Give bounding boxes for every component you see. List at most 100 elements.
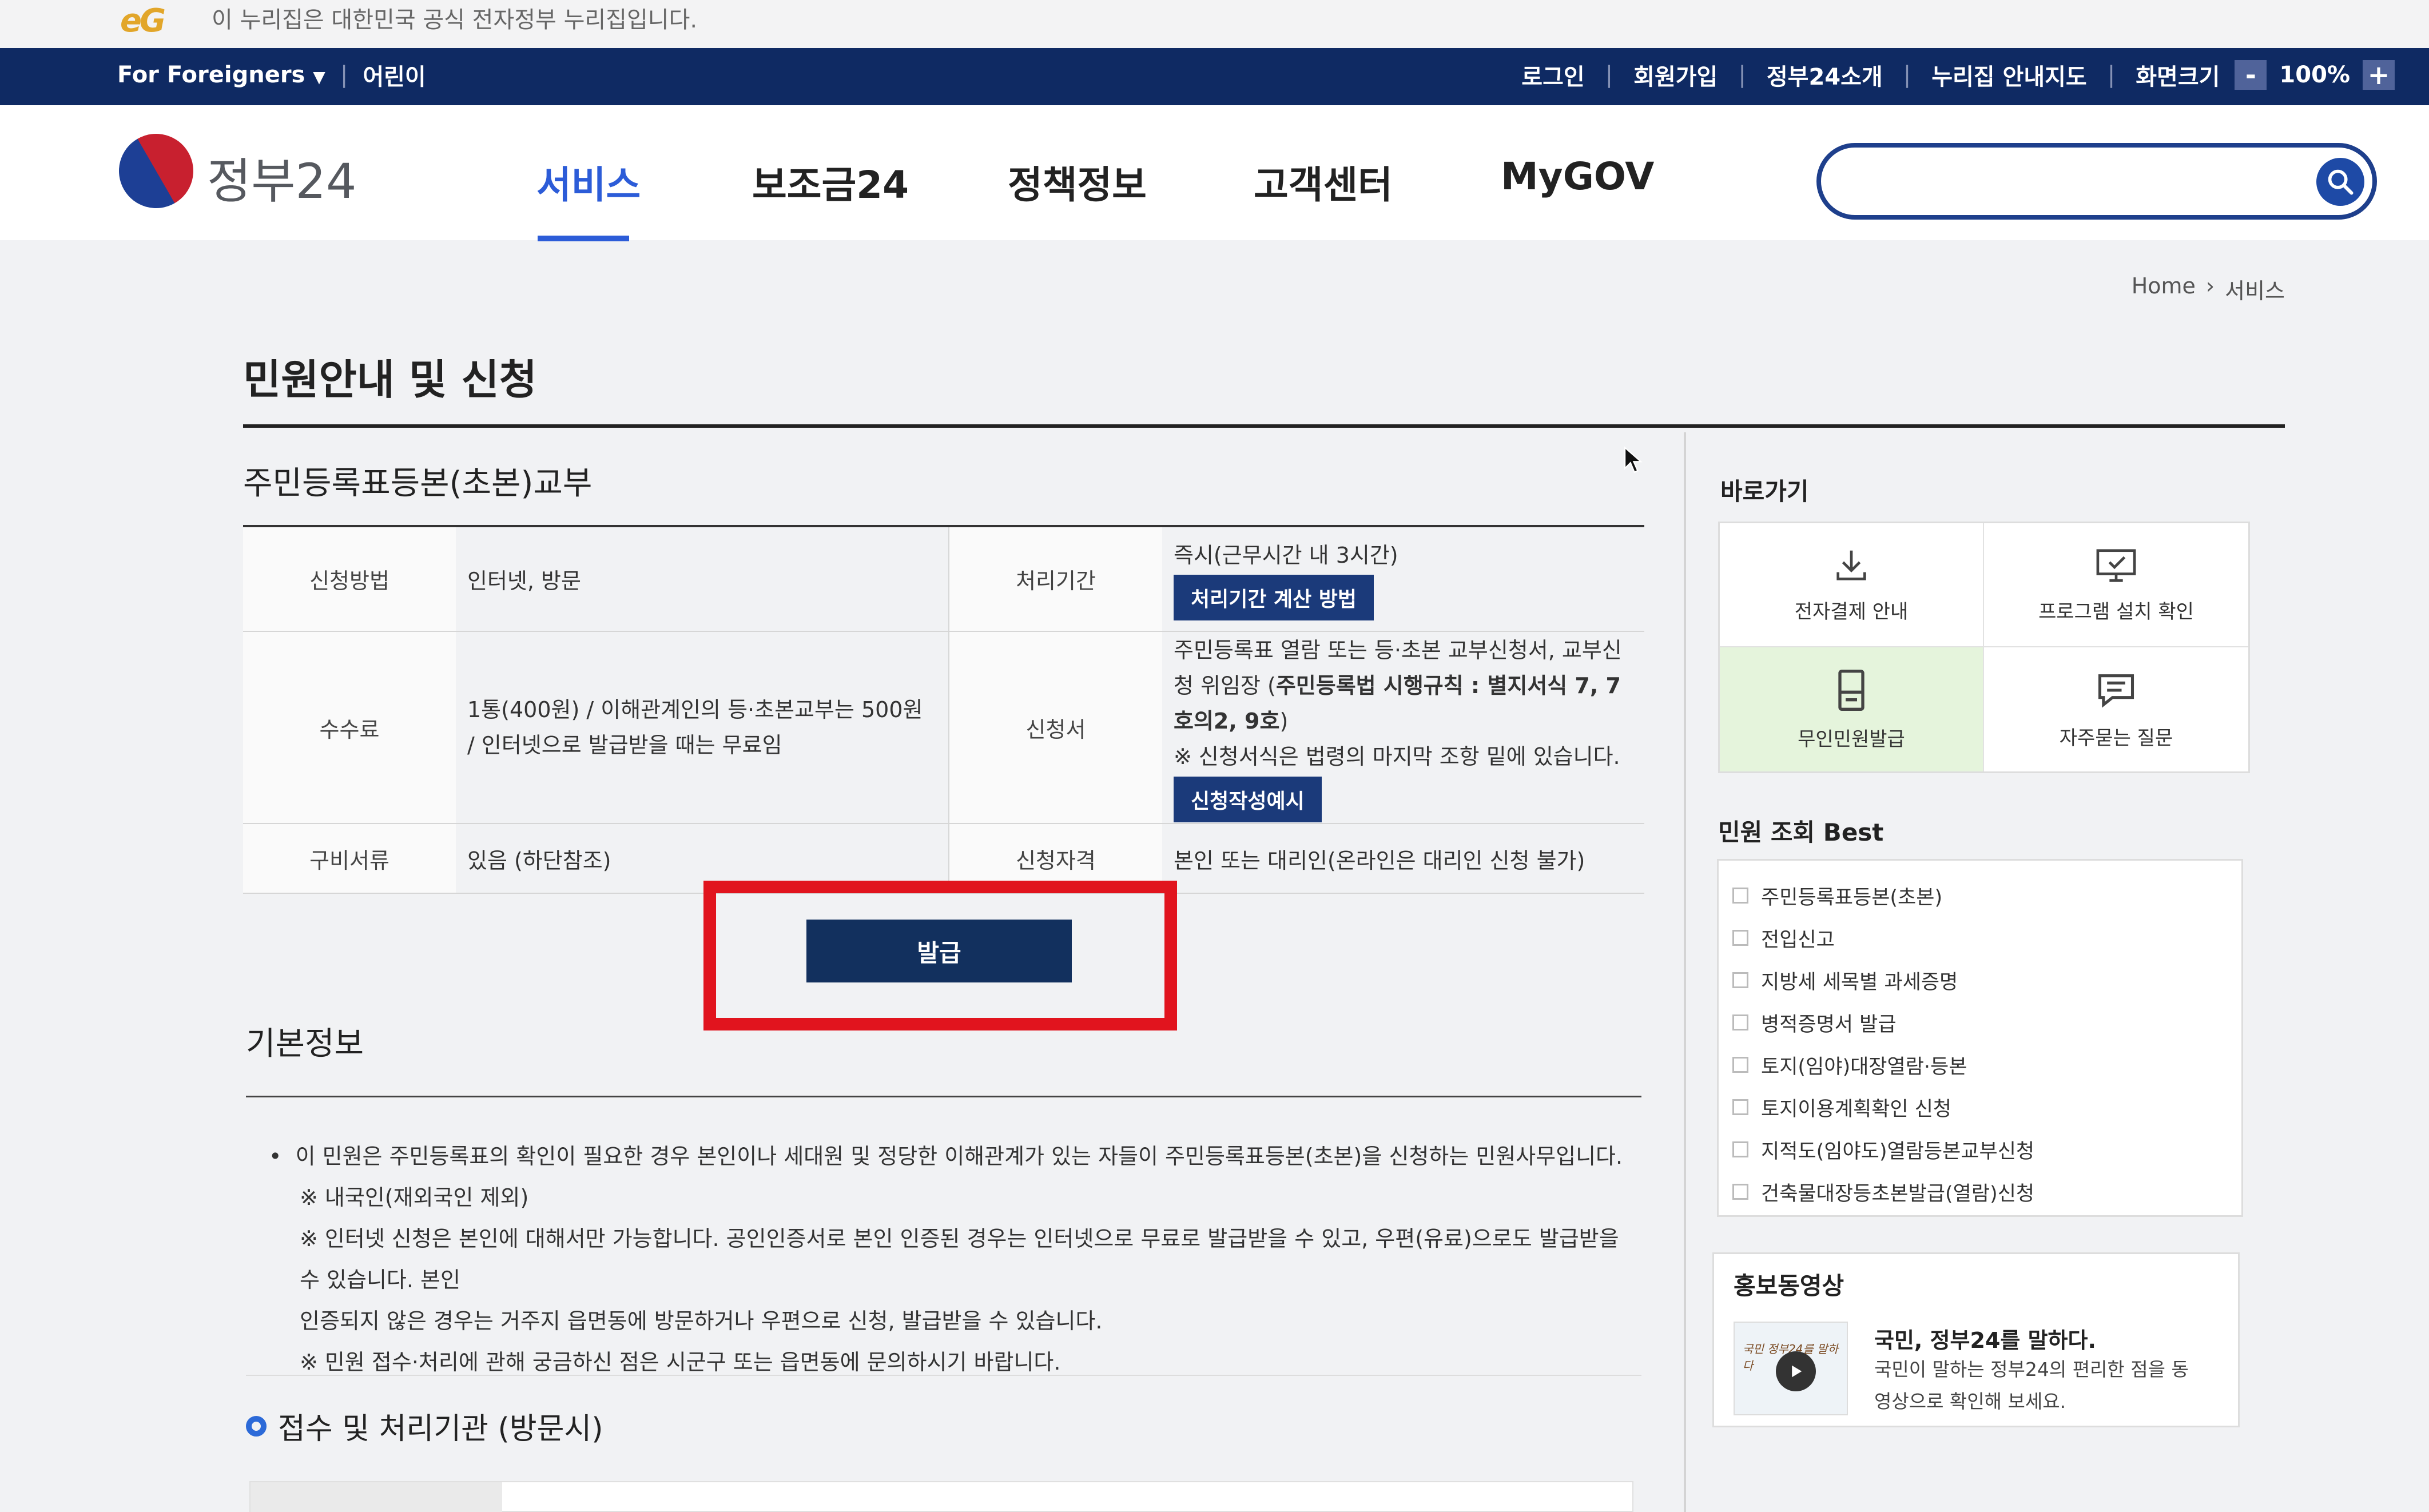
list-item[interactable]: 지적도(임야도)열람등본교부신청 bbox=[1732, 1128, 2241, 1171]
checkbox-icon bbox=[1732, 1141, 1748, 1157]
best-item-label: 병적증명서 발급 bbox=[1761, 1013, 1897, 1036]
download-icon bbox=[1836, 550, 1866, 580]
chevron-right-icon: › bbox=[2205, 273, 2215, 299]
checkbox-icon bbox=[1732, 930, 1748, 946]
note-internet-2: 인증되지 않은 경우는 거주지 읍면동에 방문하거나 우편으로 신청, 발급받을… bbox=[300, 1308, 1103, 1334]
nav-policy-info[interactable]: 정책정보 bbox=[1008, 154, 1147, 209]
checkbox-icon bbox=[1732, 888, 1748, 904]
utility-bar: For Foreigners ▼ | 어린이 로그인 | 회원가입 | 정부24… bbox=[0, 48, 2429, 105]
best-item-label: 지방세 세목별 과세증명 bbox=[1761, 970, 1958, 994]
fee-value: 1통(400원) / 이해관계인의 등·초본교부는 500원 / 인터넷으로 발… bbox=[456, 631, 949, 824]
bullet-text: • 이 민원은 주민등록표의 확인이 필요한 경우 본인이나 세대원 및 정당한… bbox=[269, 1144, 1623, 1169]
quick-faq[interactable]: 자주묻는 질문 bbox=[1984, 647, 2248, 771]
checkbox-icon bbox=[1732, 1014, 1748, 1030]
list-item[interactable]: 토지이용계획확인 신청 bbox=[1732, 1086, 2241, 1128]
form-note: ※ 신청서식은 법령의 마지막 조항 밑에 있습니다. bbox=[1174, 744, 1620, 769]
nav-subsidy24[interactable]: 보조금24 bbox=[752, 154, 909, 209]
promo-video-title: 홍보동영상 bbox=[1734, 1272, 1844, 1300]
divider: | bbox=[1903, 62, 1911, 88]
form-value-close: ) bbox=[1279, 709, 1289, 734]
list-item[interactable]: 건축물대장등초본발급(열람)신청 bbox=[1732, 1171, 2241, 1213]
signup-link[interactable]: 회원가입 bbox=[1633, 58, 1718, 91]
best-services-list: 주민등록표등본(초본) 전입신고 지방세 세목별 과세증명 병적증명서 발급 토… bbox=[1717, 859, 2243, 1217]
breadcrumb-home[interactable]: Home bbox=[2132, 273, 2196, 305]
title-divider bbox=[243, 424, 2285, 428]
quick-program-check[interactable]: 프로그램 설치 확인 bbox=[1984, 523, 2248, 647]
breadcrumb-current[interactable]: 서비스 bbox=[2225, 273, 2285, 305]
zoom-control: 화면크기 - 100% + bbox=[2136, 58, 2395, 91]
list-item[interactable]: 토지(임야)대장열람·등본 bbox=[1732, 1044, 2241, 1086]
service-title: 주민등록표등본(초본)교부 bbox=[243, 465, 593, 502]
quick-program-check-label: 프로그램 설치 확인 bbox=[2038, 600, 2194, 623]
period-value: 즉시(근무시간 내 3시간) bbox=[1174, 543, 1398, 568]
bullet-text-body: 이 민원은 주민등록표의 확인이 필요한 경우 본인이나 세대원 및 정당한 이… bbox=[295, 1144, 1623, 1169]
for-foreigners-label: For Foreigners bbox=[117, 62, 305, 88]
play-icon[interactable] bbox=[1776, 1351, 1816, 1391]
period-calc-button[interactable]: 처리기간 계산 방법 bbox=[1174, 575, 1374, 620]
search-button[interactable] bbox=[2316, 158, 2364, 206]
quick-epayment[interactable]: 전자결제 안내 bbox=[1720, 523, 1984, 647]
note-inquiry: ※ 민원 접수·처리에 관해 궁금하신 점은 시군구 또는 읍면동에 문의하시기… bbox=[300, 1350, 1061, 1375]
form-example-button[interactable]: 신청작성예시 bbox=[1174, 777, 1322, 822]
divider: | bbox=[340, 62, 348, 88]
best-item-label: 전입신고 bbox=[1761, 928, 1835, 952]
about-link[interactable]: 정부24소개 bbox=[1767, 58, 1883, 91]
period-label: 처리기간 bbox=[948, 527, 1162, 632]
method-value: 인터넷, 방문 bbox=[456, 527, 949, 632]
site-header: 정부24 서비스 보조금24 정책정보 고객센터 MyGOV bbox=[0, 105, 2429, 241]
zoom-out-button[interactable]: - bbox=[2235, 59, 2267, 90]
kids-link[interactable]: 어린이 bbox=[363, 58, 426, 91]
table-row: 수수료 1통(400원) / 이해관계인의 등·초본교부는 500원 / 인터넷… bbox=[243, 631, 1644, 824]
promo-video-headline[interactable]: 국민, 정부24를 말하다. bbox=[1874, 1323, 2096, 1354]
divider: | bbox=[2107, 62, 2116, 88]
divider: | bbox=[1738, 62, 1746, 88]
site-logo-text[interactable]: 정부24 bbox=[207, 143, 356, 212]
issue-button[interactable]: 발급 bbox=[806, 920, 1072, 982]
quick-kiosk[interactable]: 무인민원발급 bbox=[1720, 647, 1984, 771]
list-item[interactable]: 전입신고 bbox=[1732, 917, 2241, 959]
promo-video-thumbnail[interactable]: 국민 정부24를 말하다 bbox=[1734, 1322, 1848, 1415]
nav-services[interactable]: 서비스 bbox=[536, 154, 641, 209]
mouse-cursor-icon bbox=[1624, 446, 1643, 474]
checkbox-icon bbox=[1732, 1184, 1748, 1200]
form-cell: 주민등록표 열람 또는 등·초본 교부신청서, 교부신청 위임장 (주민등록법 … bbox=[1162, 631, 1644, 824]
nav-mygov[interactable]: MyGOV bbox=[1501, 154, 1654, 198]
taegeuk-logo-icon[interactable] bbox=[105, 120, 207, 222]
official-banner-text: 이 누리집은 대한민국 공식 전자정부 누리집입니다. bbox=[212, 7, 698, 33]
promo-video-description: 국민이 말하는 정부24의 편리한 점을 동영상으로 확인해 보세요. bbox=[1874, 1358, 2189, 1412]
processing-agency-label: 접수 및 처리기관 (방문시) bbox=[278, 1412, 603, 1446]
best-item-label: 토지(임야)대장열람·등본 bbox=[1761, 1055, 1967, 1079]
best-item-label: 토지이용계획확인 신청 bbox=[1761, 1097, 1952, 1121]
zoom-in-button[interactable]: + bbox=[2363, 59, 2395, 90]
chat-icon bbox=[2098, 674, 2134, 708]
checkbox-icon bbox=[1732, 1057, 1748, 1073]
list-item[interactable]: 병적증명서 발급 bbox=[1732, 1001, 2241, 1044]
quick-links-title: 바로가기 bbox=[1720, 478, 1809, 506]
best-item-label: 건축물대장등초본발급(열람)신청 bbox=[1761, 1182, 2035, 1205]
nav-customer-center[interactable]: 고객센터 bbox=[1254, 154, 1393, 209]
period-cell: 즉시(근무시간 내 3시간) 처리기간 계산 방법 bbox=[1162, 527, 1644, 632]
list-item[interactable]: 주민등록표등본(초본) bbox=[1732, 874, 2241, 917]
processing-agency-title: 접수 및 처리기관 (방문시) bbox=[246, 1404, 603, 1447]
login-link[interactable]: 로그인 bbox=[1521, 58, 1584, 91]
zoom-label: 화면크기 bbox=[2136, 64, 2220, 90]
breadcrumb: Home › 서비스 bbox=[2132, 273, 2285, 305]
list-item[interactable]: 지방세 세목별 과세증명 bbox=[1732, 959, 2241, 1001]
form-label: 신청서 bbox=[948, 631, 1162, 824]
egov-logo: eG bbox=[120, 2, 166, 39]
sitemap-link[interactable]: 누리집 안내지도 bbox=[1931, 58, 2087, 91]
agency-table-header bbox=[251, 1482, 502, 1512]
best-services-title: 민원 조회 Best bbox=[1718, 818, 1884, 846]
service-info-table: 신청방법 인터넷, 방문 처리기간 즉시(근무시간 내 3시간) 처리기간 계산… bbox=[243, 527, 1644, 894]
promo-video-box: 홍보동영상 국민 정부24를 말하다 국민, 정부24를 말하다. 국민이 말하… bbox=[1712, 1252, 2240, 1427]
note-domestic: ※ 내국인(재외국인 제외) bbox=[300, 1185, 529, 1210]
quick-links-grid: 전자결제 안내 프로그램 설치 확인 무인민원발급 자주묻는 질문 bbox=[1718, 522, 2250, 773]
for-foreigners-link[interactable]: For Foreigners ▼ bbox=[117, 62, 325, 88]
quick-faq-label: 자주묻는 질문 bbox=[2059, 727, 2173, 750]
zoom-value: 100% bbox=[2279, 62, 2350, 88]
basic-info-divider bbox=[246, 1096, 1641, 1097]
search-input[interactable] bbox=[1844, 159, 2281, 204]
monitor-check-icon bbox=[2096, 549, 2136, 582]
best-item-label: 지적도(임야도)열람등본교부신청 bbox=[1761, 1140, 2035, 1163]
docs-label: 구비서류 bbox=[243, 823, 456, 894]
